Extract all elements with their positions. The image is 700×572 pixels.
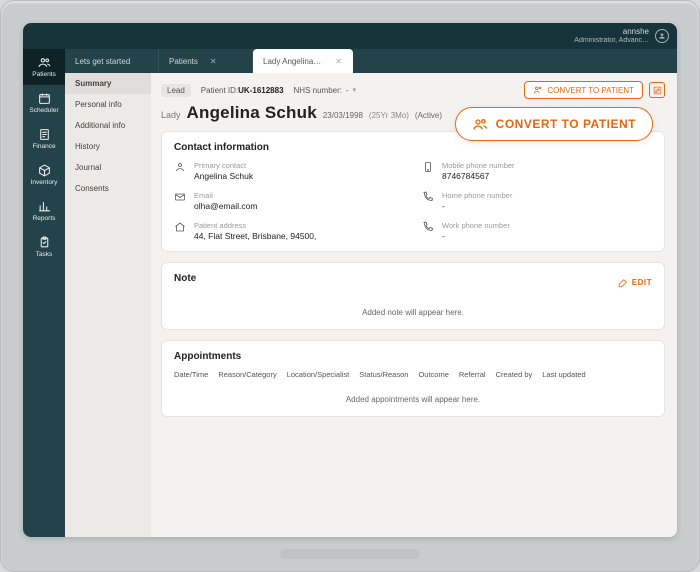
email-icon xyxy=(174,191,186,203)
appointments-columns: Date/Time Reason/Category Location/Speci… xyxy=(174,370,652,379)
note-placeholder: Added note will appear here. xyxy=(174,302,652,319)
rail-label: Finance xyxy=(32,143,55,150)
tab-lets-get-started[interactable]: Lets get started xyxy=(65,49,159,73)
work-phone-value: - xyxy=(442,231,510,241)
phone-icon xyxy=(422,221,434,233)
avatar[interactable] xyxy=(655,29,669,43)
section-history[interactable]: History xyxy=(65,136,151,157)
edit-note-button[interactable]: EDIT xyxy=(618,278,652,288)
calendar-icon xyxy=(38,92,51,105)
tab-patients[interactable]: Patients ✕ xyxy=(159,49,253,73)
rail-label: Scheduler xyxy=(29,107,58,114)
dob: 23/03/1998 xyxy=(323,111,363,120)
name-prefix: Lady xyxy=(161,110,181,120)
age: (25Yr 3Mo) xyxy=(369,111,409,120)
users-icon xyxy=(533,85,543,95)
section-personal-info[interactable]: Personal info xyxy=(65,94,151,115)
user-role: Administrator, Advanc… xyxy=(574,37,649,45)
rail-label: Tasks xyxy=(36,251,53,258)
rail-item-tasks[interactable]: Tasks xyxy=(23,229,65,265)
rail-item-scheduler[interactable]: Scheduler xyxy=(23,85,65,121)
bill-icon xyxy=(38,128,51,141)
primary-contact-value: Angelina Schuk xyxy=(194,171,253,181)
convert-to-patient-button[interactable]: CONVERT TO PATIENT xyxy=(455,107,653,141)
tabstrip: Lets get started Patients ✕ Lady Angelin… xyxy=(65,49,677,73)
appointments-card: Appointments Date/Time Reason/Category L… xyxy=(161,340,665,417)
user-name: annshe xyxy=(574,28,649,37)
nav-rail: Patients Scheduler Finance Inventory Rep… xyxy=(23,49,65,537)
rail-item-reports[interactable]: Reports xyxy=(23,193,65,229)
rail-item-finance[interactable]: Finance xyxy=(23,121,65,157)
clipboard-icon xyxy=(38,236,51,249)
section-consents[interactable]: Consents xyxy=(65,178,151,199)
tab-label: Lets get started xyxy=(75,57,130,66)
users-icon xyxy=(472,116,488,132)
mobile-value: 8746784567 xyxy=(442,171,515,181)
tab-patient-record[interactable]: Lady Angelina Schuk ✕ xyxy=(253,49,353,73)
rail-label: Reports xyxy=(33,215,56,222)
close-icon[interactable]: ✕ xyxy=(335,57,342,66)
email-value: olha@email.com xyxy=(194,201,257,211)
status: (Active) xyxy=(415,111,442,120)
section-journal[interactable]: Journal xyxy=(65,157,151,178)
app-header: annshe Administrator, Advanc… xyxy=(23,23,677,49)
rail-item-patients[interactable]: Patients xyxy=(23,49,65,85)
lead-badge: Lead xyxy=(161,84,191,97)
convert-to-patient-small-button[interactable]: CONVERT TO PATIENT xyxy=(524,81,643,99)
nhs-number-dropdown[interactable]: NHS number: - xyxy=(294,86,357,95)
users-icon xyxy=(38,56,51,69)
contact-heading: Contact information xyxy=(174,142,652,153)
close-icon[interactable]: ✕ xyxy=(210,57,217,66)
rail-item-inventory[interactable]: Inventory xyxy=(23,157,65,193)
cube-icon xyxy=(38,164,51,177)
patient-name: Angelina Schuk xyxy=(187,103,317,123)
device-speaker xyxy=(280,549,420,559)
home-phone-value: - xyxy=(442,201,512,211)
pencil-square-icon xyxy=(653,86,662,95)
phone-icon xyxy=(422,191,434,203)
appointments-placeholder: Added appointments will appear here. xyxy=(174,389,652,406)
mobile-icon xyxy=(422,161,434,173)
appointments-heading: Appointments xyxy=(174,351,652,362)
section-list: Summary Personal info Additional info Hi… xyxy=(65,73,151,537)
pencil-icon xyxy=(618,278,628,288)
page-content: Lead Patient ID:UK-1612883 NHS number: - xyxy=(151,73,677,537)
section-additional-info[interactable]: Additional info xyxy=(65,115,151,136)
person-icon xyxy=(174,161,186,173)
user-icon xyxy=(658,32,666,40)
patient-id: Patient ID:UK-1612883 xyxy=(201,86,284,95)
note-heading: Note xyxy=(174,273,196,284)
note-card: Note EDIT Added note will appear here. xyxy=(161,262,665,330)
edit-record-button[interactable] xyxy=(649,82,665,98)
current-user[interactable]: annshe Administrator, Advanc… xyxy=(574,28,649,44)
section-summary[interactable]: Summary xyxy=(65,73,151,94)
home-icon xyxy=(174,221,186,233)
rail-label: Inventory xyxy=(31,179,58,186)
address-value: 44, Flat Street, Brisbane, 94500, xyxy=(194,231,316,241)
tab-label: Patients xyxy=(169,57,198,66)
rail-label: Patients xyxy=(32,71,56,78)
tab-label: Lady Angelina Schuk xyxy=(263,57,323,66)
barchart-icon xyxy=(38,200,51,213)
contact-card: Contact information Primary contactAngel… xyxy=(161,131,665,252)
